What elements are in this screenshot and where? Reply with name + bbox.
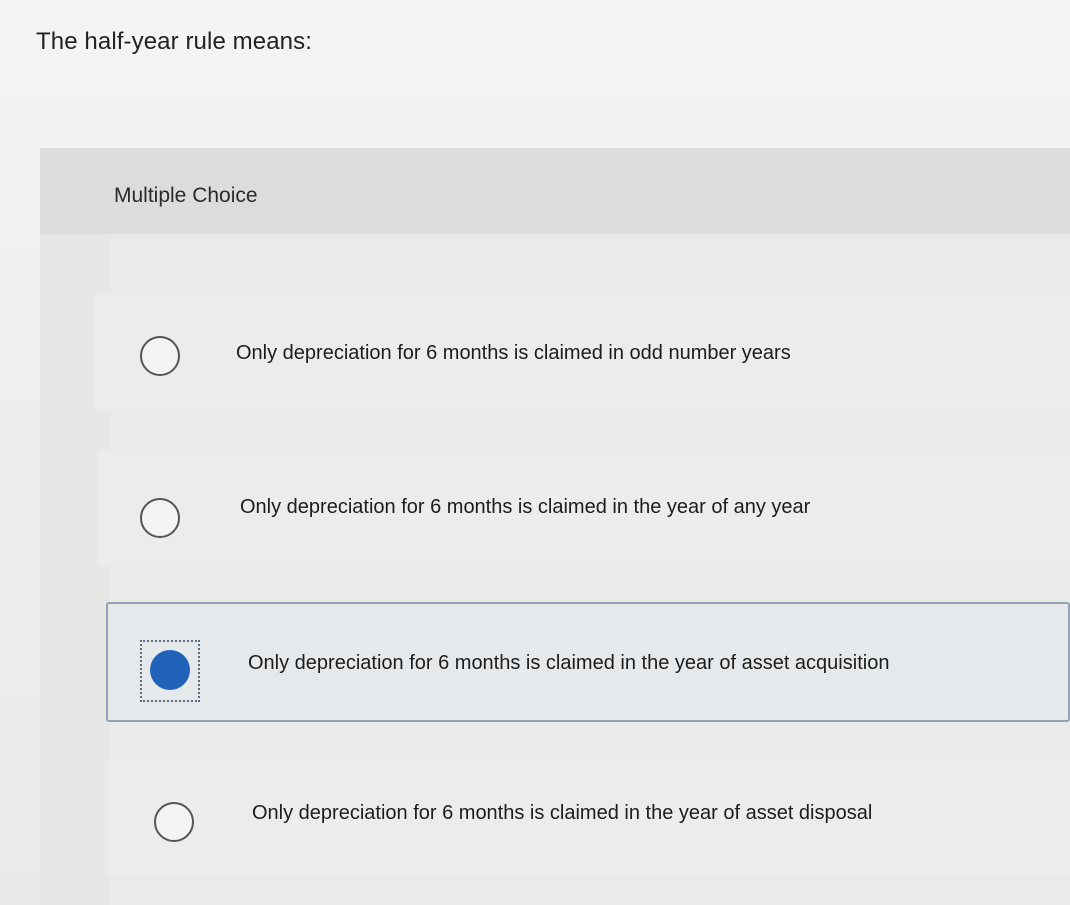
radio-unselected-icon[interactable] [140, 336, 180, 376]
option-4[interactable]: Only depreciation for 6 months is claime… [108, 760, 1070, 876]
option-label: Only depreciation for 6 months is claime… [248, 652, 890, 674]
panel-header: Multiple Choice [40, 148, 1070, 234]
radio-unselected-icon[interactable] [154, 802, 194, 842]
option-3-selected[interactable]: Only depreciation for 6 months is claime… [106, 602, 1070, 722]
radio-selected-icon[interactable] [150, 650, 190, 690]
option-label: Only depreciation for 6 months is claime… [252, 802, 873, 824]
option-label: Only depreciation for 6 months is claime… [236, 342, 791, 364]
option-label: Only depreciation for 6 months is claime… [240, 496, 811, 518]
option-2[interactable]: Only depreciation for 6 months is claime… [98, 450, 1070, 566]
question-type-label: Multiple Choice [114, 184, 258, 207]
question-text: The half-year rule means: [36, 28, 312, 55]
radio-unselected-icon[interactable] [140, 498, 180, 538]
option-1[interactable]: Only depreciation for 6 months is claime… [94, 294, 1070, 410]
